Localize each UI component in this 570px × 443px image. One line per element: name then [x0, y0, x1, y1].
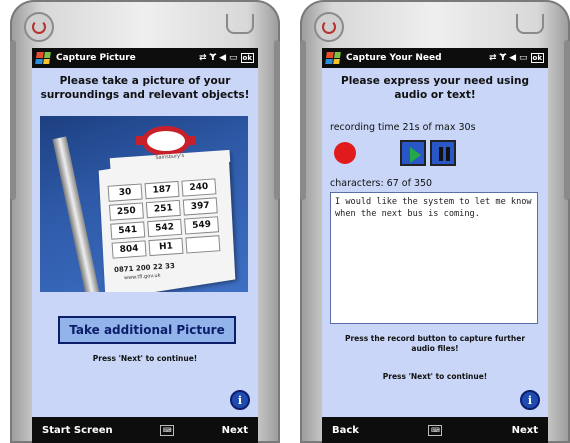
- character-count: characters: 67 of 350: [330, 178, 433, 189]
- record-hint: Press the record button to capture furth…: [344, 334, 526, 353]
- instruction-heading: Please express your need using audio or …: [341, 75, 529, 101]
- sync-icon: ⇄: [489, 53, 497, 63]
- next-softkey[interactable]: Next: [222, 425, 248, 436]
- route-number: 187: [144, 180, 180, 200]
- info-icon[interactable]: i: [230, 390, 250, 410]
- route-number: H1: [148, 237, 184, 257]
- power-icon[interactable]: [314, 12, 344, 42]
- captured-photo: Sainsbury's 30 187 240 250 251 397 541 5…: [40, 116, 248, 292]
- signal-icon: Ɏ: [209, 53, 217, 63]
- volume-rocker[interactable]: [516, 14, 544, 34]
- route-number: 549: [184, 216, 220, 235]
- record-icon[interactable]: [332, 140, 358, 166]
- continue-hint: Press 'Next' to continue!: [382, 372, 488, 381]
- battery-icon: ▭: [519, 53, 528, 63]
- volume-icon: ◀: [509, 53, 517, 63]
- info-icon[interactable]: i: [520, 390, 540, 410]
- route-number: 804: [111, 240, 147, 259]
- volume-rocker[interactable]: [226, 14, 254, 34]
- route-number: 542: [147, 218, 183, 238]
- windows-flag-icon[interactable]: [325, 52, 341, 64]
- status-icons: ⇄ Ɏ ◀ ▭ ok: [199, 53, 254, 63]
- instruction-heading: Please take a picture of your surroundin…: [40, 75, 250, 101]
- ok-button[interactable]: ok: [530, 53, 544, 63]
- ok-button[interactable]: ok: [240, 53, 254, 63]
- take-additional-picture-button[interactable]: Take additional Picture: [58, 316, 236, 344]
- route-number: [185, 235, 221, 254]
- sync-icon: ⇄: [199, 53, 207, 63]
- phone-left: Capture Picture ⇄ Ɏ ◀ ▭ ok Please take a…: [10, 0, 280, 443]
- phone-side-left: [10, 40, 16, 200]
- status-icons: ⇄ Ɏ ◀ ▭ ok: [489, 53, 544, 63]
- route-grid: 30 187 240 250 251 397 541 542 549 804 H…: [107, 178, 221, 259]
- soft-key-bar: Start Screen ⌨ Next: [32, 417, 258, 443]
- soft-key-bar: Back ⌨ Next: [322, 417, 548, 443]
- route-number: 250: [108, 202, 144, 221]
- status-bar: Capture Picture ⇄ Ɏ ◀ ▭ ok: [32, 48, 258, 68]
- back-softkey[interactable]: Back: [332, 425, 359, 436]
- phone-side-left: [300, 40, 306, 200]
- phone-side-right: [564, 40, 570, 200]
- route-number: 541: [110, 221, 146, 240]
- play-icon[interactable]: [400, 140, 426, 166]
- window-title: Capture Picture: [56, 53, 136, 63]
- screen-capture-picture: Capture Picture ⇄ Ɏ ◀ ▭ ok Please take a…: [32, 48, 258, 443]
- route-number: 240: [181, 178, 217, 197]
- window-title: Capture Your Need: [346, 53, 442, 63]
- route-number: 30: [107, 183, 143, 202]
- bus-stop-pole: [52, 136, 102, 292]
- phone-right: Capture Your Need ⇄ Ɏ ◀ ▭ ok Please expr…: [300, 0, 570, 443]
- need-text-input[interactable]: I would like the system to let me know w…: [330, 192, 538, 324]
- battery-icon: ▭: [229, 53, 238, 63]
- recording-time-label: recording time 21s of max 30s: [330, 122, 476, 133]
- status-bar: Capture Your Need ⇄ Ɏ ◀ ▭ ok: [322, 48, 548, 68]
- volume-icon: ◀: [219, 53, 227, 63]
- phone-side-right: [274, 40, 280, 200]
- next-softkey[interactable]: Next: [512, 425, 538, 436]
- start-screen-softkey[interactable]: Start Screen: [42, 425, 113, 436]
- route-number: 251: [145, 199, 181, 219]
- london-bus-roundel: [142, 126, 190, 156]
- signal-icon: Ɏ: [499, 53, 507, 63]
- windows-flag-icon[interactable]: [35, 52, 51, 64]
- continue-hint: Press 'Next' to continue!: [92, 354, 198, 363]
- keyboard-icon[interactable]: ⌨: [428, 424, 443, 436]
- route-number: 397: [182, 197, 218, 216]
- pause-icon[interactable]: [430, 140, 456, 166]
- screen-capture-need: Capture Your Need ⇄ Ɏ ◀ ▭ ok Please expr…: [322, 48, 548, 443]
- keyboard-icon[interactable]: ⌨: [160, 424, 175, 436]
- power-icon[interactable]: [24, 12, 54, 42]
